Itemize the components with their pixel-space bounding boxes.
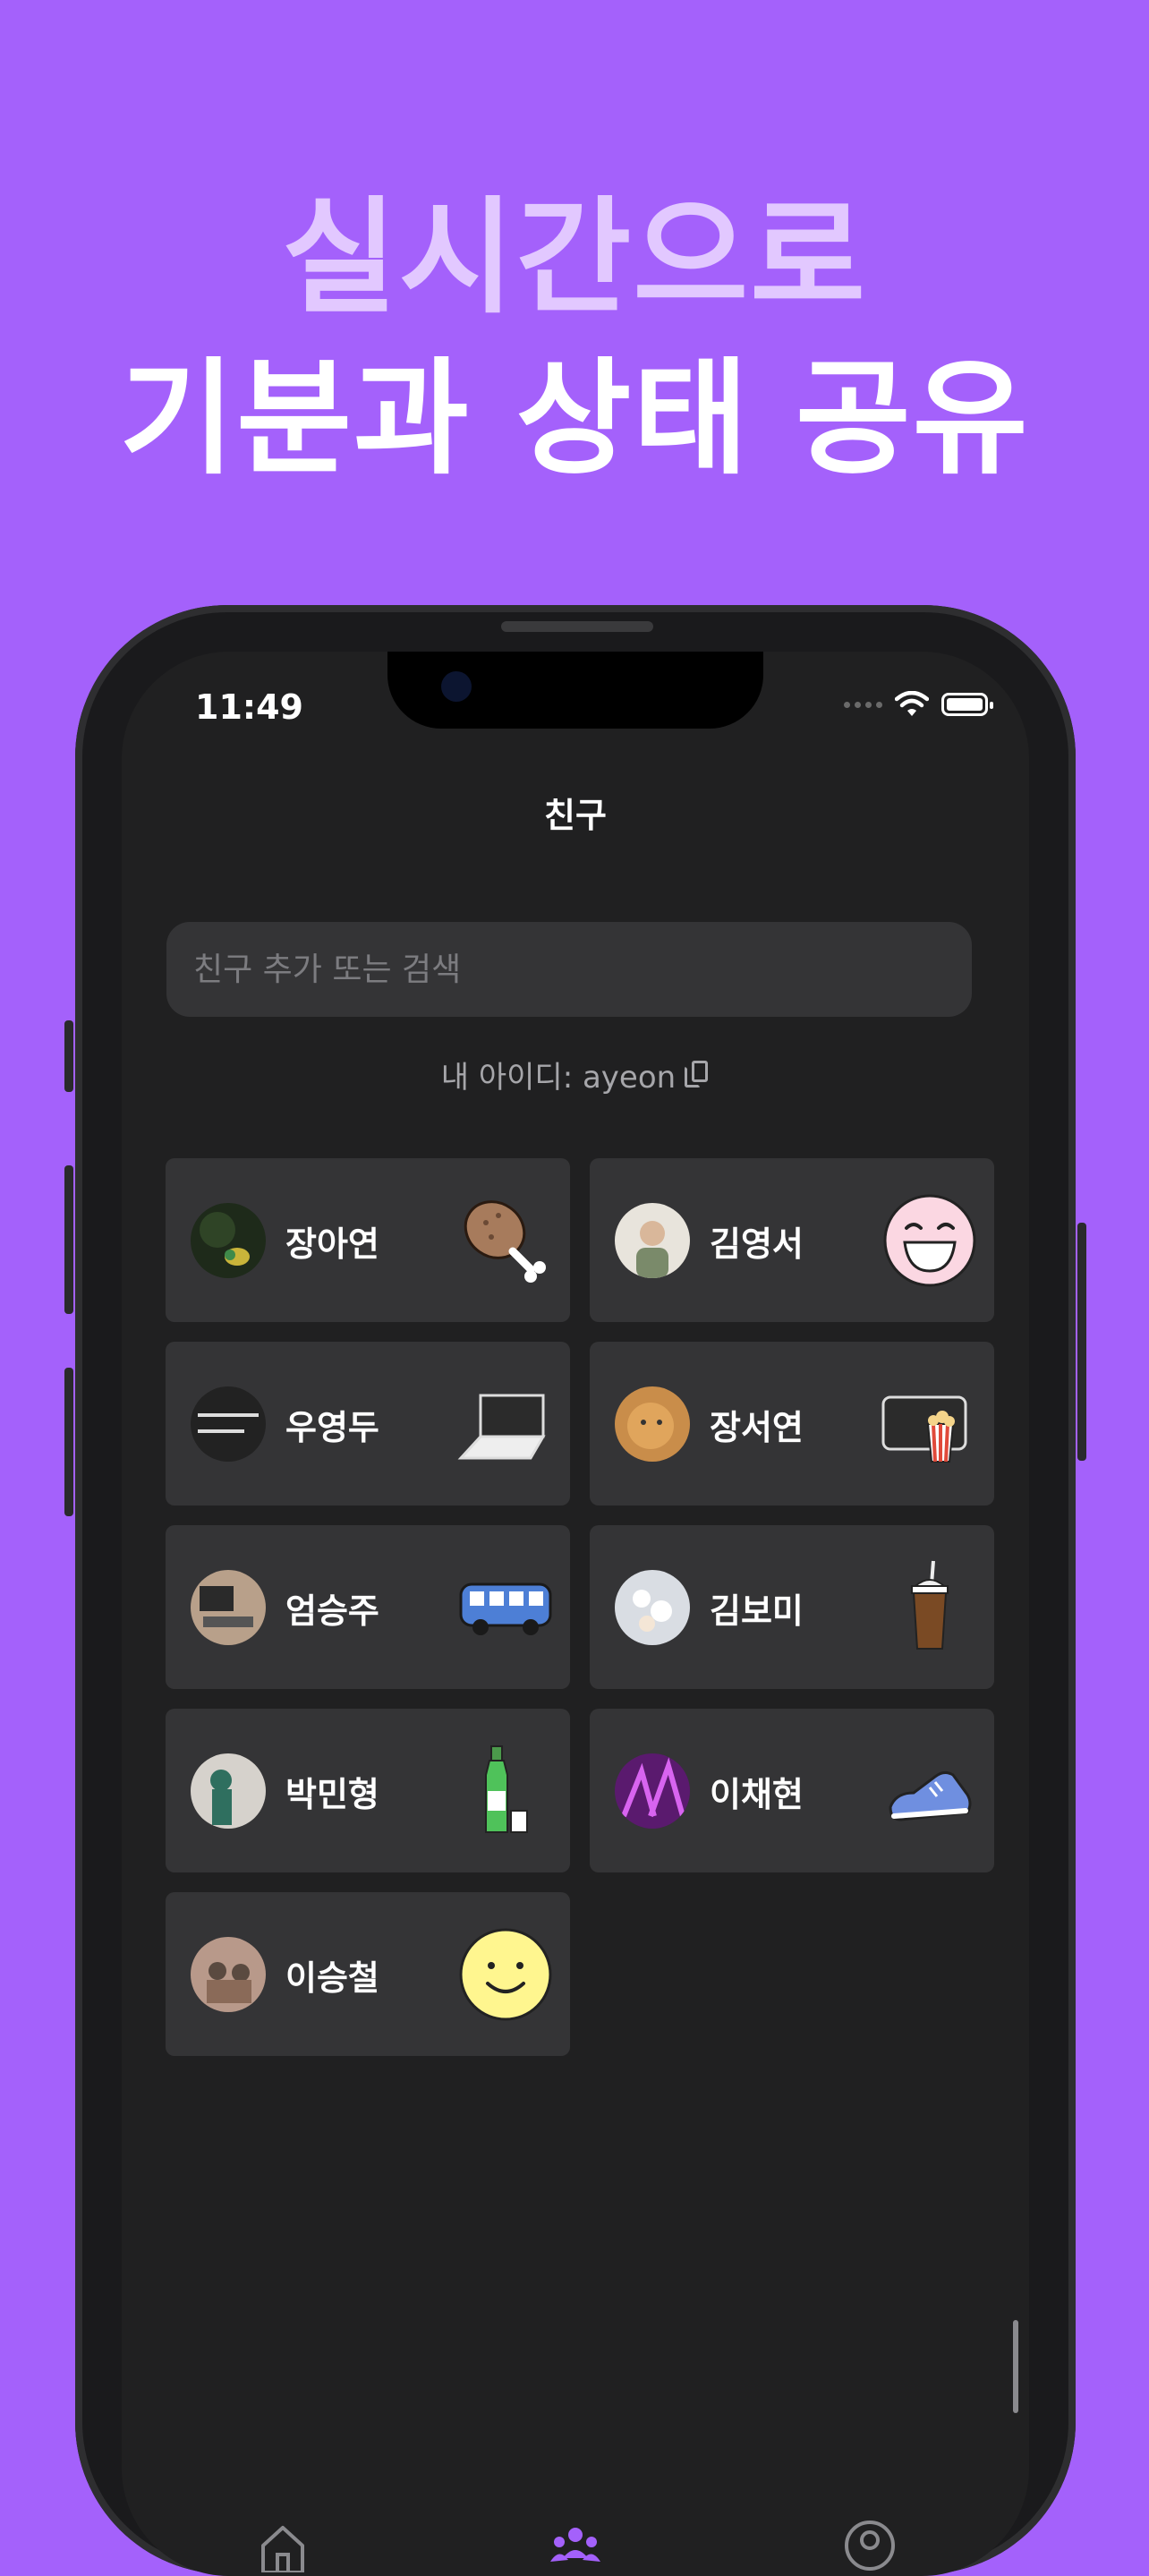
- phone-volume-up: [64, 1165, 73, 1314]
- profile-icon[interactable]: [843, 2519, 897, 2572]
- avatar: [191, 1937, 266, 2012]
- friend-card[interactable]: 이채현: [590, 1709, 994, 1872]
- friend-name: 이승철: [285, 1958, 379, 1998]
- home-icon[interactable]: [256, 2519, 310, 2572]
- phone-mute-switch: [64, 1020, 73, 1092]
- page-title: 친구: [544, 796, 607, 835]
- avatar: [615, 1386, 690, 1462]
- avatar: [615, 1753, 690, 1829]
- friend-name: 장서연: [710, 1408, 804, 1447]
- friend-name: 엄승주: [285, 1591, 379, 1631]
- avatar: [191, 1753, 266, 1829]
- promo-headline-line1: 실시간으로: [281, 185, 867, 331]
- friend-grid: 장아연 김영서 우영두 장서연 엄승주 김보미 박민형 이채현 이승철: [166, 1158, 994, 2056]
- tab-bar: [122, 2519, 1029, 2576]
- copy-icon[interactable]: [685, 1060, 710, 1089]
- friend-card[interactable]: 이승철: [166, 1892, 570, 2056]
- avatar: [615, 1570, 690, 1645]
- iced-coffee-icon: [911, 1560, 949, 1650]
- people-icon[interactable]: [549, 2519, 602, 2572]
- friend-card[interactable]: 장아연: [166, 1158, 570, 1322]
- status-icons: [844, 691, 993, 718]
- phone-speaker: [501, 621, 653, 632]
- cellular-signal-icon: [844, 701, 882, 708]
- wifi-icon: [895, 691, 929, 716]
- avatar: [615, 1203, 690, 1278]
- chicken-leg-icon: [464, 1200, 546, 1283]
- friend-name: 박민형: [285, 1775, 379, 1814]
- sneaker-icon: [889, 1770, 972, 1821]
- movie-popcorn-icon: [881, 1395, 967, 1463]
- notch: [387, 652, 763, 729]
- search-input[interactable]: [192, 950, 947, 989]
- smiley-face-icon: [459, 1928, 552, 2021]
- friend-card[interactable]: 김보미: [590, 1525, 994, 1689]
- phone-screen: 11:49 친구 내 아이디: ayeon 장아연: [122, 652, 1029, 2576]
- promo-headline-line2: 기분과 상태 공유: [119, 346, 1030, 492]
- friend-name: 김영서: [710, 1224, 804, 1264]
- laughing-face-icon: [883, 1194, 976, 1287]
- friend-name: 김보미: [710, 1591, 804, 1631]
- friend-card[interactable]: 우영두: [166, 1342, 570, 1506]
- status-time: 11:49: [195, 687, 303, 727]
- search-bar[interactable]: [166, 922, 972, 1017]
- friend-name: 우영두: [285, 1408, 379, 1447]
- bus-icon: [459, 1582, 552, 1635]
- soju-bottle-icon: [485, 1745, 528, 1833]
- my-id-row[interactable]: 내 아이디: ayeon: [122, 1053, 1029, 1096]
- friend-name: 장아연: [285, 1224, 379, 1264]
- camera: [441, 671, 472, 702]
- friend-card[interactable]: 김영서: [590, 1158, 994, 1322]
- phone-power-button: [1077, 1223, 1086, 1461]
- avatar: [191, 1386, 266, 1462]
- laptop-icon: [457, 1394, 546, 1460]
- avatar: [191, 1570, 266, 1645]
- avatar: [191, 1203, 266, 1278]
- friend-card[interactable]: 엄승주: [166, 1525, 570, 1689]
- friend-name: 이채현: [710, 1775, 804, 1814]
- friend-card[interactable]: 장서연: [590, 1342, 994, 1506]
- my-id-label: 내 아이디: ayeon: [440, 1060, 677, 1096]
- phone-volume-down: [64, 1368, 73, 1516]
- battery-icon: [941, 693, 993, 716]
- friend-card[interactable]: 박민형: [166, 1709, 570, 1872]
- scrollbar[interactable]: [1013, 2320, 1018, 2413]
